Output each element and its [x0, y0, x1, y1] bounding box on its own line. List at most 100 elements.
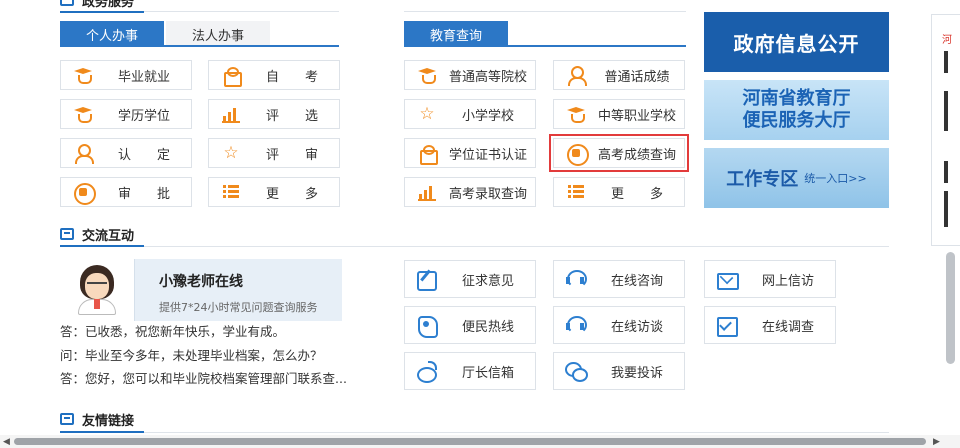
horizontal-scrollbar[interactable]: ◀ ▶	[0, 435, 945, 448]
tab-edu-query[interactable]: 教育查询	[404, 21, 508, 47]
scroll-left-arrow-icon[interactable]: ◀	[3, 437, 10, 447]
service-approval[interactable]: 审 批	[60, 177, 192, 207]
weibo-icon	[416, 361, 437, 383]
gov-services-rule	[144, 11, 339, 12]
service-hall-line2: 便民服务大厅	[742, 110, 851, 131]
complaint-button[interactable]: 我要投诉	[553, 352, 685, 390]
teacher-desc: 提供7*24小时常见问题查询服务	[159, 301, 318, 314]
headset-icon	[565, 315, 587, 335]
button-label: 网上信访	[761, 273, 814, 289]
graduation-cap-icon	[417, 66, 437, 84]
calendar-icon	[60, 413, 74, 425]
teacher-online-card[interactable]: 小豫老师在线 提供7*24小时常见问题查询服务	[60, 259, 342, 321]
calendar-icon	[60, 228, 74, 240]
side-panel-text: 河	[942, 35, 952, 46]
query-label: 普通高等院校	[448, 69, 527, 85]
checklist-icon	[716, 315, 738, 337]
service-selection[interactable]: 评 选	[208, 99, 340, 129]
interaction-rule	[144, 246, 889, 247]
scrollbar-corner	[945, 435, 960, 448]
interaction-underline	[60, 245, 144, 247]
gov-services-title: 政务服务	[82, 0, 135, 10]
button-label: 我要投诉	[610, 365, 663, 381]
service-more[interactable]: 更 多	[208, 177, 340, 207]
service-degree[interactable]: 学历学位	[60, 99, 192, 129]
phone-icon	[416, 315, 438, 338]
scroll-right-arrow-icon[interactable]: ▶	[933, 437, 940, 447]
page: 政务服务 个人办事 法人办事 教育查询 毕业就业 自 考 学历学位 评 选 认 …	[0, 0, 960, 448]
online-survey-button[interactable]: 在线调查	[704, 306, 836, 344]
button-label: 在线调查	[761, 319, 814, 335]
links-title: 友情链接	[82, 413, 135, 429]
headset-icon	[565, 269, 587, 289]
calendar-icon	[60, 0, 74, 6]
query-more[interactable]: 更 多	[553, 177, 685, 207]
work-zone-text: 工作专区	[726, 169, 799, 190]
query-vocational-schools[interactable]: 中等职业学校	[553, 99, 685, 129]
query-primary-schools[interactable]: ☆ 小学学校	[404, 99, 536, 129]
horizontal-scrollbar-thumb[interactable]	[14, 438, 926, 445]
list-icon	[566, 183, 586, 201]
work-zone-entry-link[interactable]: 统一入口>>	[804, 170, 866, 186]
graduation-cap-icon	[73, 66, 93, 84]
director-mailbox-button[interactable]: 厅长信箱	[404, 352, 536, 390]
button-label: 便民热线	[461, 319, 514, 335]
graduation-cap-icon	[73, 105, 93, 123]
links-underline	[60, 431, 144, 433]
solicit-opinions-button[interactable]: 征求意见	[404, 260, 536, 298]
star-icon: ☆	[223, 143, 239, 163]
query-gaokao-admission[interactable]: 高考录取查询	[404, 177, 536, 207]
edu-rule-top	[404, 11, 686, 12]
tab-corporate[interactable]: 法人办事	[166, 21, 270, 47]
service-graduation-employment[interactable]: 毕业就业	[60, 60, 192, 90]
query-label: 小学学校	[461, 108, 514, 124]
vertical-scrollbar-thumb[interactable]	[946, 252, 955, 364]
service-hall-banner[interactable]: 河南省教育厅 便民服务大厅	[704, 80, 889, 140]
service-certification[interactable]: 认 定	[60, 138, 192, 168]
online-interview-button[interactable]: 在线访谈	[553, 306, 685, 344]
query-mandarin-score[interactable]: 普通话成绩	[553, 60, 685, 90]
teacher-avatar	[74, 265, 120, 315]
tab-personal[interactable]: 个人办事	[60, 21, 164, 47]
gift-icon	[417, 144, 438, 165]
query-universities[interactable]: 普通高等院校	[404, 60, 536, 90]
query-label: 普通话成绩	[604, 69, 670, 85]
star-icon: ☆	[419, 104, 435, 124]
qa-line[interactable]: 答：已收悉，祝您新年快乐，学业有成。	[60, 325, 285, 340]
service-self-study-exam[interactable]: 自 考	[208, 60, 340, 90]
service-label: 学历学位	[117, 108, 170, 124]
tabs-rule-left	[60, 45, 339, 47]
person-icon	[73, 144, 94, 164]
work-zone-banner[interactable]: 工作专区 统一入口>>	[704, 148, 889, 208]
hotline-button[interactable]: 便民热线	[404, 306, 536, 344]
qa-line[interactable]: 问：毕业至今多年，未处理毕业档案，怎么办？	[60, 345, 323, 364]
vertical-scrollbar[interactable]	[945, 240, 956, 432]
query-gaokao-score[interactable]: 高考成绩查询	[549, 134, 689, 172]
chat-icon	[565, 361, 588, 382]
side-panel-glyph	[944, 51, 948, 73]
button-label: 征求意见	[461, 273, 514, 289]
query-degree-certificate[interactable]: 学位证书认证	[404, 138, 536, 168]
query-label: 学位证书认证	[448, 147, 527, 163]
gov-info-banner[interactable]: 政府信息公开	[704, 12, 889, 72]
query-label: 更 多	[610, 186, 663, 202]
interaction-title: 交流互动	[82, 228, 135, 244]
links-header: 友情链接	[60, 407, 134, 431]
seal-icon	[73, 183, 96, 205]
bar-chart-icon	[417, 183, 437, 201]
service-review[interactable]: ☆ 评 审	[208, 138, 340, 168]
qa-line[interactable]: 答：您好，您可以和毕业院校档案管理部门联系查...	[60, 368, 347, 387]
online-petition-button[interactable]: 网上信访	[704, 260, 836, 298]
list-icon	[221, 183, 241, 201]
graduation-cap-icon	[566, 105, 586, 123]
side-panel-glyph	[944, 161, 948, 183]
service-hall-line1: 河南省教育厅	[742, 88, 851, 109]
service-label: 毕业就业	[117, 69, 170, 85]
side-panel-glyph	[944, 191, 948, 227]
mail-icon	[716, 269, 739, 290]
online-consult-button[interactable]: 在线咨询	[553, 260, 685, 298]
service-label: 认 定	[117, 147, 170, 163]
interaction-header: 交流互动	[60, 222, 134, 246]
button-label: 在线咨询	[610, 273, 663, 289]
service-label: 评 选	[265, 108, 318, 124]
